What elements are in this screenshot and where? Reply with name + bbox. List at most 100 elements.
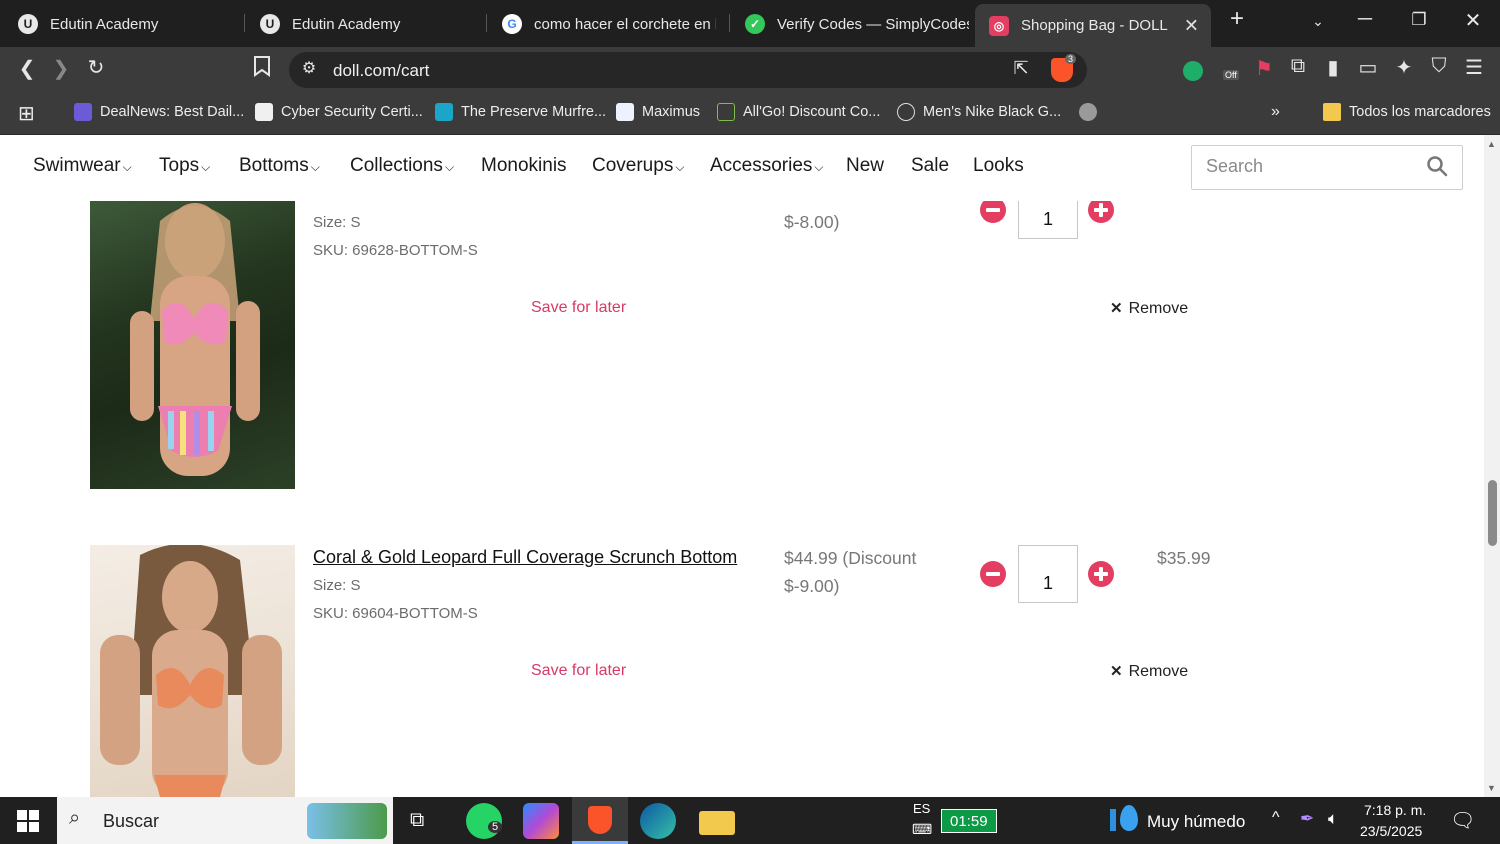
increase-quantity-button[interactable] (1088, 561, 1114, 587)
extension-green-icon[interactable] (1183, 61, 1203, 81)
nav-label: Tops (159, 155, 200, 176)
nav-tops[interactable]: Tops ⌵ (159, 155, 210, 177)
bookmark-cyber-security[interactable]: Cyber Security Certi... (255, 103, 423, 121)
product-size: Size: S (313, 214, 361, 231)
save-for-later-link[interactable]: Save for later (531, 299, 626, 317)
new-tab-icon[interactable]: + (1222, 5, 1252, 33)
url-text[interactable]: doll.com/cart (333, 61, 429, 81)
bookmark-nike[interactable]: Men's Nike Black G... (897, 103, 1061, 121)
task-view-icon[interactable]: ⧉ (410, 809, 424, 832)
sidebar-toggle-icon[interactable]: ▮ (1319, 55, 1347, 80)
clock-date[interactable]: 23/5/2025 (1360, 823, 1422, 839)
save-for-later-link[interactable]: Save for later (531, 662, 626, 680)
product-image[interactable] (90, 545, 295, 797)
minimize-icon[interactable]: ─ (1350, 8, 1380, 31)
product-image[interactable] (90, 201, 295, 489)
taskbar-search[interactable]: ⌕ Buscar (57, 797, 393, 844)
windows-taskbar: ⌕ Buscar ⧉ 5 ES ⌨ 01:59 Muy húmedo ^ ✒ 🔈… (0, 797, 1500, 844)
bookmark-preserve[interactable]: The Preserve Murfre... (435, 103, 606, 121)
browser-tab-bar: U Edutin Academy U Edutin Academy G como… (0, 0, 1500, 47)
bookmark-icon[interactable] (248, 55, 276, 83)
tab-google-search[interactable]: G como hacer el corchete en lap (488, 6, 716, 42)
remove-label: Remove (1128, 663, 1189, 680)
tab-edutin-2[interactable]: U Edutin Academy (246, 6, 482, 42)
back-icon[interactable]: ❮ (13, 56, 41, 81)
product-sku: SKU: 69604-BOTTOM-S (313, 605, 478, 622)
search-icon[interactable] (1426, 155, 1448, 177)
price-original: $44.99 (Discount (784, 548, 917, 568)
bookmark-globe[interactable] (1079, 103, 1105, 121)
nav-new[interactable]: New (846, 155, 884, 177)
nav-collections[interactable]: Collections ⌵ (350, 155, 454, 177)
forward-icon[interactable]: ❯ (47, 56, 75, 81)
nav-monokinis[interactable]: Monokinis (481, 155, 567, 177)
tab-search-chevron-icon[interactable]: ⌄ (1303, 13, 1333, 30)
apps-grid-icon[interactable]: ⊞ (18, 101, 35, 126)
close-window-icon[interactable]: ✕ (1458, 8, 1488, 33)
extension-off-label: Off (1223, 70, 1239, 80)
clock-time[interactable]: 7:18 p. m. (1364, 802, 1426, 818)
remove-item-button[interactable]: ✕ Remove (1110, 299, 1188, 318)
site-settings-icon[interactable]: ⚙ (295, 58, 323, 78)
nav-bottoms[interactable]: Bottoms ⌵ (239, 155, 320, 177)
close-tab-icon[interactable]: ✕ (1184, 15, 1199, 36)
all-bookmarks-folder[interactable]: Todos los marcadores (1323, 103, 1491, 121)
quantity-input[interactable] (1018, 545, 1078, 603)
nav-swimwear[interactable]: Swimwear ⌵ (33, 155, 132, 177)
decrease-quantity-button[interactable] (980, 561, 1006, 587)
restore-icon[interactable]: ❐ (1404, 10, 1434, 30)
site-navigation: Swimwear ⌵ Tops ⌵ Bottoms ⌵ Collections ⌵ Mo… (0, 135, 1484, 201)
windows-start-icon[interactable] (17, 810, 39, 832)
edge-icon[interactable] (640, 803, 676, 839)
tab-edutin-1[interactable]: U Edutin Academy (4, 6, 240, 42)
reload-icon[interactable]: ↻ (82, 55, 110, 80)
product-title-link[interactable]: Coral & Gold Leopard Full Coverage Scrun… (313, 547, 737, 568)
search-input[interactable] (1206, 156, 1416, 177)
remove-item-button[interactable]: ✕ Remove (1110, 662, 1188, 681)
pen-icon[interactable]: ✒ (1300, 809, 1314, 829)
tab-shopping-bag[interactable]: ◎ Shopping Bag - DOLL ✕ (975, 4, 1211, 47)
battery-indicator[interactable]: 01:59 (941, 809, 997, 833)
extension-off-icon[interactable]: Off (1219, 60, 1245, 84)
bookmarks-overflow[interactable]: » (1271, 103, 1280, 121)
tray-overflow-chevron-icon[interactable]: ^ (1272, 809, 1280, 827)
menu-icon[interactable]: ☰ (1460, 55, 1488, 80)
extensions-puzzle-icon[interactable]: ⧉ (1284, 55, 1312, 78)
language-indicator[interactable]: ES (913, 801, 930, 816)
scroll-up-icon[interactable]: ▲ (1487, 139, 1496, 149)
page-scrollbar[interactable]: ▲ ▼ (1484, 135, 1500, 797)
swimsuit-model-image (100, 545, 282, 797)
nav-label: Collections (350, 155, 443, 176)
wallet-icon[interactable]: ▭ (1354, 55, 1382, 80)
simplycodes-favicon-icon: ✓ (745, 14, 765, 34)
site-search[interactable] (1191, 145, 1463, 190)
close-icon: ✕ (1110, 663, 1123, 680)
vpn-shield-icon[interactable]: ⛉ (1425, 55, 1453, 78)
file-explorer-icon[interactable] (699, 811, 735, 835)
copilot-icon[interactable] (523, 803, 559, 839)
address-bar[interactable]: ⚙ doll.com/cart ⇱ 3 (289, 52, 1087, 88)
doll-favicon-icon: ◎ (989, 15, 1009, 36)
nav-looks[interactable]: Looks (973, 155, 1024, 177)
bookmark-maximus[interactable]: Maximus (616, 103, 700, 121)
bookmark-label: Todos los marcadores (1349, 104, 1491, 120)
scroll-thumb[interactable] (1488, 480, 1497, 546)
scroll-down-icon[interactable]: ▼ (1487, 783, 1496, 793)
bookmark-allgo[interactable]: All'Go! Discount Co... (717, 103, 880, 121)
weather-label[interactable]: Muy húmedo (1147, 812, 1245, 832)
bookmark-label: Cyber Security Certi... (281, 104, 423, 120)
extension-pin-icon[interactable]: ⚑ (1250, 56, 1278, 81)
notifications-icon[interactable]: 🗨︎ (1450, 808, 1475, 833)
nav-accessories[interactable]: Accessories ⌵ (710, 155, 824, 177)
nav-coverups[interactable]: Coverups ⌵ (592, 155, 684, 177)
tab-title: Verify Codes — SimplyCodes (777, 15, 969, 33)
remove-label: Remove (1128, 300, 1189, 317)
brave-taskbar-item[interactable] (572, 797, 628, 844)
nav-sale[interactable]: Sale (911, 155, 949, 177)
shields-count-badge: 3 (1065, 54, 1077, 64)
share-icon[interactable]: ⇱ (1007, 58, 1035, 79)
tab-simplycodes[interactable]: ✓ Verify Codes — SimplyCodes (731, 6, 969, 42)
leo-ai-icon[interactable]: ✦ (1390, 55, 1418, 80)
bookmark-dealnews[interactable]: DealNews: Best Dail... (74, 103, 244, 121)
volume-icon[interactable]: 🔈︎ (1328, 809, 1338, 829)
